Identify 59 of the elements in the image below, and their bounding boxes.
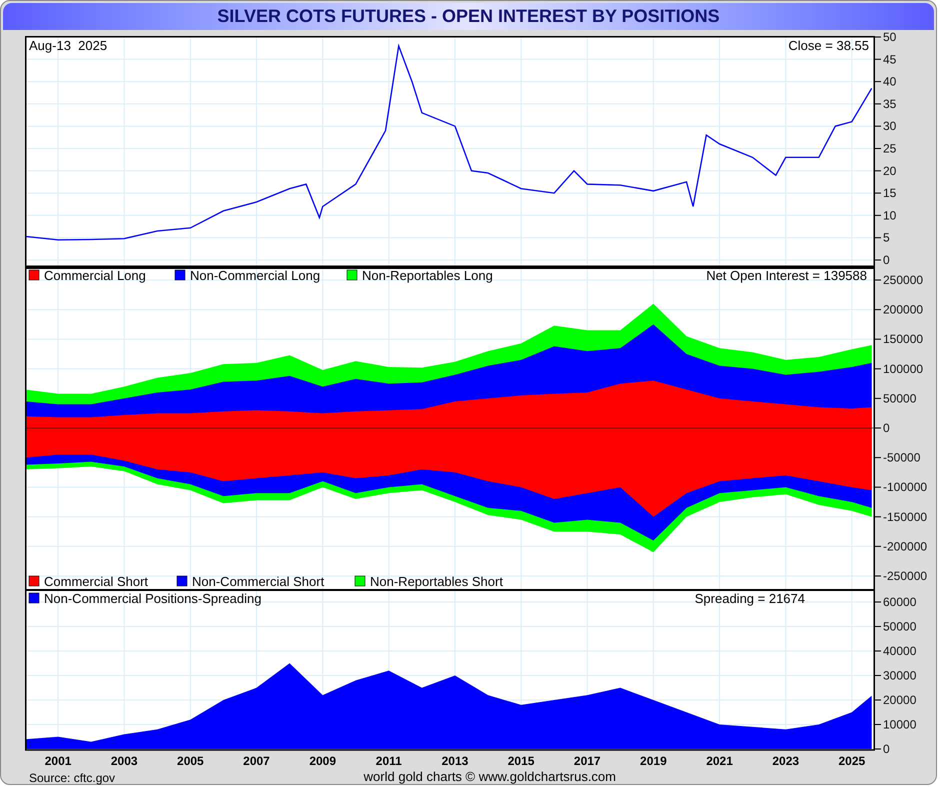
axis-tick-label: 2011 [376, 754, 402, 768]
axis-tick-label: 10000 [883, 718, 916, 732]
axis-tick-label: 2009 [309, 754, 336, 768]
axis-tick-label: 2007 [243, 754, 270, 768]
legend-label: Non-Reportables Long [362, 268, 493, 283]
axis-tick-label: 50 [883, 30, 896, 44]
close-label: Close = 38.55 [788, 38, 869, 53]
axis-tick-label: 2005 [177, 754, 204, 768]
axis-tick-label: 0 [883, 253, 890, 267]
chart-title: SILVER COTS FUTURES - OPEN INTEREST BY POSITIONS [3, 3, 934, 30]
net-open-interest-label: Net Open Interest = 139588 [706, 268, 867, 283]
axis-tick-label: 50000 [883, 391, 916, 406]
legend-label: Non-Commercial Positions-Spreading [44, 591, 262, 606]
axis-tick-label: -200000 [883, 539, 928, 554]
axis-tick-label: 25 [883, 142, 896, 156]
axis-tick-label: 150000 [883, 332, 924, 346]
axis-tick-label: 5 [883, 230, 890, 245]
legend-swatch [28, 576, 40, 586]
axis-tick-label: 2017 [574, 754, 601, 768]
axis-tick-label: 2003 [110, 754, 138, 768]
axis-tick-label: 15 [883, 186, 896, 200]
spreading-label: Spreading = 21674 [694, 591, 805, 606]
axis-tick-label: 2013 [442, 754, 468, 768]
axis-tick-label: 2001 [44, 754, 72, 768]
axis-tick-label: 2021 [706, 754, 733, 768]
legend-swatch [176, 576, 188, 586]
axis-tick-label: 0 [883, 421, 890, 435]
axis-tick-label: 30000 [883, 668, 916, 682]
axis-tick-label: 60000 [883, 595, 916, 609]
axis-tick-label: 20000 [883, 693, 916, 707]
legend-label: Non-Commercial Long [190, 268, 320, 283]
axis-tick-label: -50000 [883, 450, 920, 465]
axis-tick-label: 45 [883, 52, 896, 66]
axis-tick-label: 40000 [883, 644, 916, 658]
date-label: Aug-13 2025 [29, 38, 108, 53]
axis-tick-label: -150000 [883, 510, 928, 524]
axis-tick-label: 20 [883, 164, 896, 178]
axis-tick-label: 250000 [883, 273, 924, 288]
axis-tick-label: 200000 [883, 302, 924, 317]
axis-tick-label: 40 [883, 74, 896, 89]
legend-label: Non-Commercial Short [192, 574, 324, 589]
source-note: Source: cftc.gov [29, 770, 116, 786]
axis-tick-label: 2019 [640, 754, 667, 768]
legend-swatch [354, 576, 366, 586]
axis-tick-label: 35 [883, 96, 896, 111]
axis-tick-label: 100000 [883, 362, 924, 376]
axis-tick-label: 30 [883, 119, 896, 134]
axis-tick-label: 0 [883, 742, 890, 756]
legend-label: Non-Reportables Short [370, 574, 503, 589]
axis-tick-label: 2023 [772, 754, 800, 768]
legend-label: Commercial Long [44, 268, 146, 283]
legend-label: Commercial Short [44, 574, 148, 589]
axis-tick-label: 10 [883, 208, 896, 222]
axis-tick-label: -250000 [883, 568, 928, 583]
credit-note: world gold charts © www.goldchartsrus.com [364, 768, 616, 786]
axis-tick-label: 2025 [838, 754, 866, 768]
axis-tick-label: 2015 [508, 754, 534, 768]
axis-tick-label: 50000 [883, 620, 916, 634]
axis-tick-label: -100000 [883, 480, 928, 494]
